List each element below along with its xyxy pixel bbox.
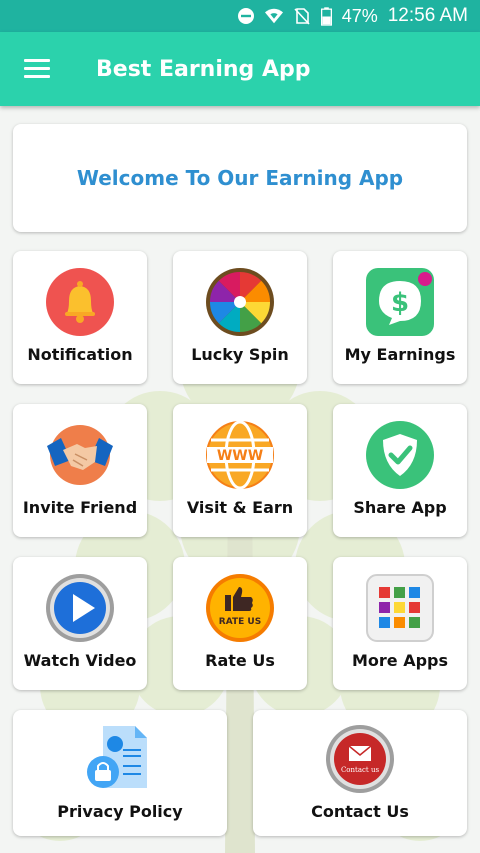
- tile-label: Contact Us: [311, 802, 409, 821]
- lucky-spin-tile[interactable]: Lucky Spin: [173, 251, 307, 384]
- thumbs-up-icon: RATE US: [206, 574, 274, 642]
- clock: 12:56 AM: [387, 5, 468, 26]
- wifi-icon: [264, 8, 283, 24]
- watch-video-tile[interactable]: Watch Video: [13, 557, 147, 690]
- handshake-icon: [47, 425, 113, 485]
- visit-earn-tile[interactable]: WWW Visit & Earn: [173, 404, 307, 537]
- share-app-tile[interactable]: Share App: [333, 404, 467, 537]
- shield-check-icon: [366, 421, 434, 489]
- tile-label: Watch Video: [23, 651, 137, 670]
- battery-level: 47%: [341, 5, 378, 26]
- play-button-icon: [46, 574, 114, 642]
- spin-wheel-icon: [206, 268, 274, 336]
- mail-icon: Contact us: [326, 725, 394, 793]
- dnd-icon: [237, 8, 254, 24]
- contact-us-tile[interactable]: Contact us Contact Us: [253, 710, 467, 836]
- battery-icon: [320, 6, 332, 26]
- tile-label: Privacy Policy: [57, 802, 183, 821]
- tile-label: Share App: [353, 498, 447, 517]
- app-grid-icon: [366, 574, 434, 642]
- rate-us-tile[interactable]: RATE US Rate Us: [173, 557, 307, 690]
- rate-badge-text: RATE US: [219, 617, 261, 627]
- my-earnings-tile[interactable]: $ My Earnings: [333, 251, 467, 384]
- welcome-card: Welcome To Our Earning App: [13, 124, 467, 232]
- tile-label: My Earnings: [344, 345, 456, 364]
- tile-label: Rate Us: [205, 651, 275, 670]
- more-apps-tile[interactable]: More Apps: [333, 557, 467, 690]
- tile-label: Invite Friend: [22, 498, 138, 517]
- www-globe-icon: WWW: [206, 420, 274, 490]
- invite-friend-tile[interactable]: Invite Friend: [13, 404, 147, 537]
- app-title: Best Earning App: [96, 56, 311, 82]
- tile-label: Notification: [27, 345, 133, 364]
- www-text: WWW: [217, 448, 263, 464]
- tile-label: More Apps: [351, 651, 449, 670]
- hamburger-menu-icon[interactable]: [24, 59, 50, 79]
- notification-tile[interactable]: Notification: [13, 251, 147, 384]
- tile-label: Lucky Spin: [191, 345, 289, 364]
- tile-label: Visit & Earn: [186, 498, 294, 517]
- dollar-chat-icon: $: [366, 268, 434, 336]
- status-bar: 47% 12:56 AM: [0, 0, 480, 32]
- contact-badge-text: Contact us: [341, 766, 380, 774]
- app-bar: Best Earning App: [0, 32, 480, 106]
- welcome-text: Welcome To Our Earning App: [76, 166, 404, 190]
- bell-icon: [46, 268, 114, 336]
- svg-text:$: $: [391, 288, 409, 318]
- no-sim-icon: [294, 8, 310, 25]
- privacy-document-icon: [87, 726, 147, 788]
- privacy-policy-tile[interactable]: Privacy Policy: [13, 710, 227, 836]
